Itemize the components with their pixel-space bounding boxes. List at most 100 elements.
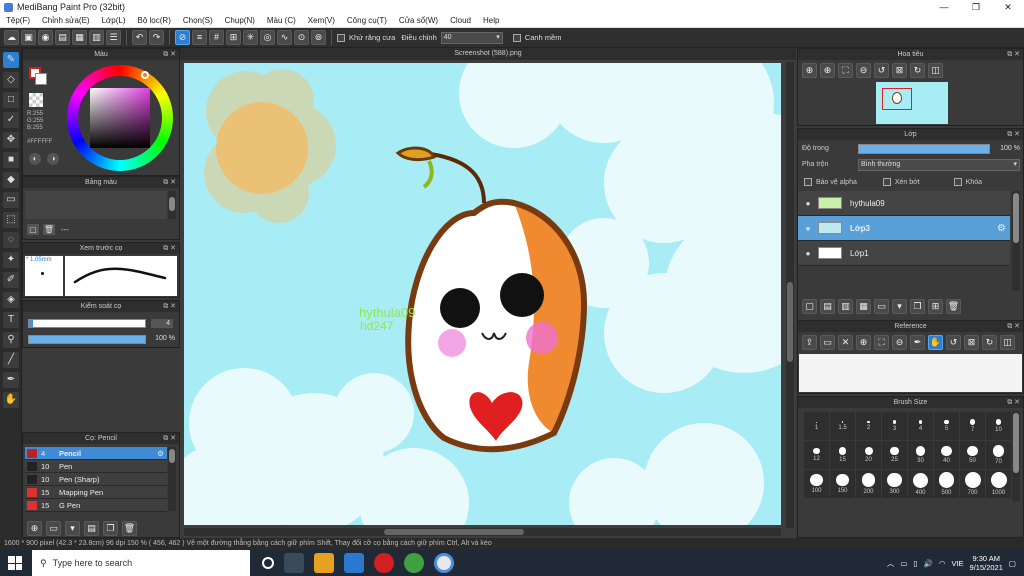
- brush-size-option[interactable]: 25: [882, 441, 907, 469]
- brush-size-option[interactable]: 12: [804, 441, 829, 469]
- brush-size-option[interactable]: 70: [986, 441, 1011, 469]
- new-palette-icon[interactable]: ▢: [27, 224, 39, 235]
- layers-icon[interactable]: ▦: [72, 30, 87, 45]
- snap-vanish-icon[interactable]: ⊚: [311, 30, 326, 45]
- brush-item-mapping-pen[interactable]: 15 Mapping Pen: [25, 486, 167, 499]
- brush-size-option[interactable]: 400: [908, 470, 933, 498]
- lasso-tool-icon[interactable]: ◌: [3, 232, 19, 248]
- chevron-up-icon[interactable]: ︿: [887, 558, 895, 569]
- network-icon[interactable]: ▭: [900, 559, 907, 568]
- snap-grid-icon[interactable]: #: [209, 30, 224, 45]
- merge-layer-icon[interactable]: ⊞: [928, 299, 943, 314]
- clip-checkbox[interactable]: [882, 178, 891, 186]
- menu-layer[interactable]: Lớp(L): [96, 16, 132, 25]
- reset-rotate-icon[interactable]: ⊠: [892, 63, 907, 78]
- brush-item-pen[interactable]: 10 Pen: [25, 460, 167, 473]
- chrome-icon[interactable]: [434, 553, 454, 573]
- ref-zoom-in-icon[interactable]: ⊕: [856, 335, 871, 350]
- cloud-icon[interactable]: ☁: [4, 30, 19, 45]
- delete-palette-icon[interactable]: 🗑: [43, 224, 55, 235]
- list-icon[interactable]: ☰: [106, 30, 121, 45]
- brush-size-option[interactable]: 500: [934, 470, 959, 498]
- snap-radial-icon[interactable]: ✳: [243, 30, 258, 45]
- mail-icon[interactable]: [344, 553, 364, 573]
- redo-icon[interactable]: ↷: [149, 30, 164, 45]
- menu-color[interactable]: Màu (C): [261, 16, 302, 25]
- ref-fit-icon[interactable]: ⛶: [874, 335, 889, 350]
- gradient-tool-icon[interactable]: ▭: [3, 192, 19, 208]
- ref-rotate-left-icon[interactable]: ↺: [946, 335, 961, 350]
- bucket-tool-icon[interactable]: ◆: [3, 172, 19, 188]
- undo-icon[interactable]: ↶: [132, 30, 147, 45]
- menu-edit[interactable]: Chỉnh sửa(E): [36, 16, 96, 25]
- select-pen2-icon[interactable]: ✐: [3, 272, 19, 288]
- add-brush-icon[interactable]: ⊕: [27, 521, 42, 536]
- menu-select[interactable]: Chọn(S): [177, 16, 219, 25]
- brush-size-option[interactable]: 700: [960, 470, 985, 498]
- menu-file[interactable]: Tệp(F): [0, 16, 36, 25]
- canvas-tab[interactable]: Screenshot (588).png: [180, 48, 796, 60]
- magic-wand-icon[interactable]: ✦: [3, 252, 19, 268]
- minimize-button[interactable]: —: [928, 0, 960, 14]
- brush-item-pencil[interactable]: 4 Pencil ⚙: [25, 447, 167, 460]
- brush-size-slider[interactable]: [28, 319, 146, 328]
- hand-tool-icon[interactable]: ✋: [3, 392, 19, 408]
- wifi-icon[interactable]: ◠: [939, 559, 946, 568]
- brush-size-option[interactable]: 5: [934, 412, 959, 440]
- clock-time[interactable]: 9:30 AM: [970, 554, 1003, 563]
- brush-size-option[interactable]: 3: [882, 412, 907, 440]
- notification-icon[interactable]: ▢: [1009, 559, 1016, 568]
- maximize-button[interactable]: ❐: [960, 0, 992, 14]
- volume-icon[interactable]: 🔊: [924, 559, 933, 568]
- rotate-left-icon[interactable]: ↺: [874, 63, 889, 78]
- fill-rect-icon[interactable]: ■: [3, 152, 19, 168]
- fit-icon[interactable]: ⛶: [838, 63, 853, 78]
- battery-icon[interactable]: ▯: [913, 559, 917, 568]
- open-folder-icon[interactable]: ▭: [820, 335, 835, 350]
- brush-size-option[interactable]: 30: [908, 441, 933, 469]
- adjust-select[interactable]: 40: [440, 31, 503, 44]
- app-green-icon[interactable]: [404, 553, 424, 573]
- zoom-out-icon[interactable]: ⊖: [856, 63, 871, 78]
- brush-item-g-pen[interactable]: 15 G Pen: [25, 499, 167, 512]
- palette2-icon[interactable]: ◑: [47, 153, 59, 165]
- color-wheel[interactable]: [67, 65, 173, 171]
- new-layer-icon[interactable]: ▢: [802, 299, 817, 314]
- close-ref-icon[interactable]: ✕: [838, 335, 853, 350]
- menu-filter[interactable]: Bộ lọc(R): [132, 16, 177, 25]
- menu-cloud[interactable]: Cloud: [444, 16, 477, 25]
- brush-tool-icon[interactable]: ✎: [3, 52, 19, 68]
- brush-menu-icon[interactable]: ▾: [65, 521, 80, 536]
- brush-opacity-slider[interactable]: [28, 335, 146, 344]
- antialias-checkbox[interactable]: [337, 33, 345, 42]
- brush-size-option[interactable]: 15: [830, 441, 855, 469]
- divide-tool-icon[interactable]: ╱: [3, 352, 19, 368]
- layer-row-lop3[interactable]: ● Lớp3 ⚙: [798, 216, 1010, 241]
- layer-opacity-slider[interactable]: [858, 144, 990, 154]
- select-pen-icon[interactable]: ✓: [3, 112, 19, 128]
- menu-help[interactable]: Help: [477, 16, 505, 25]
- ref-rotate-right-icon[interactable]: ↻: [982, 335, 997, 350]
- select-rect-icon[interactable]: ⬚: [3, 212, 19, 228]
- ref-zoom-out-icon[interactable]: ⊖: [892, 335, 907, 350]
- snap-parallel-icon[interactable]: ≡: [192, 30, 207, 45]
- menu-snap[interactable]: Chụp(N): [219, 16, 261, 25]
- chat-icon[interactable]: ▤: [55, 30, 70, 45]
- blend-mode-select[interactable]: Bình thường: [858, 159, 1020, 171]
- brush-size-option[interactable]: 300: [882, 470, 907, 498]
- layer-folder-icon[interactable]: ▭: [874, 299, 889, 314]
- palette-icon[interactable]: ◐: [29, 153, 41, 165]
- language-indicator[interactable]: VIE: [951, 559, 963, 568]
- gear-icon[interactable]: ⚙: [157, 449, 164, 458]
- brush-size-option[interactable]: 1: [804, 412, 829, 440]
- protect-alpha-checkbox[interactable]: [804, 178, 812, 186]
- brush-size-option[interactable]: 2: [856, 412, 881, 440]
- cortana-icon[interactable]: [262, 557, 274, 569]
- ref-reset-icon[interactable]: ⊠: [964, 335, 979, 350]
- menu-view[interactable]: Xem(V): [302, 16, 341, 25]
- eye-icon[interactable]: ●: [798, 224, 818, 233]
- brush-size-option[interactable]: 100: [804, 470, 829, 498]
- secondary-color-swatch[interactable]: [35, 73, 47, 85]
- brush-size-option[interactable]: 1000: [986, 470, 1011, 498]
- grid-icon[interactable]: ▥: [89, 30, 104, 45]
